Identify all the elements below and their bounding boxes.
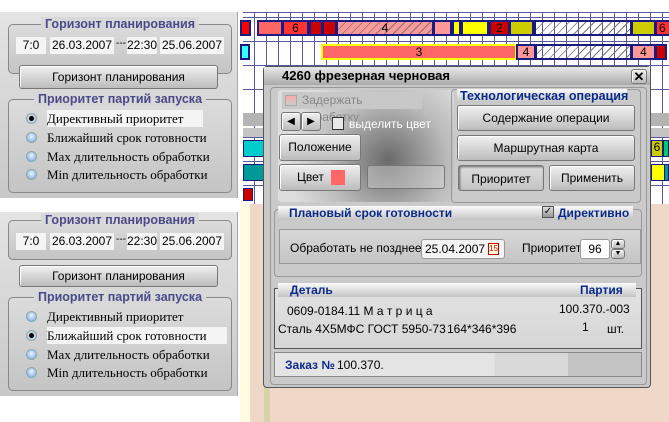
gantt-bar[interactable]: 4: [631, 44, 656, 60]
color-button[interactable]: Цвет: [279, 164, 361, 191]
end-time-field[interactable]: 22:30: [127, 37, 157, 54]
planning-panel-1: Горизонт планирования 7:0 26.03.2007 ---…: [0, 12, 238, 198]
batch-value: 100.370.-003: [559, 302, 630, 316]
gantt-bar[interactable]: 4: [516, 44, 536, 60]
highlight-color-checkbox[interactable]: [332, 117, 344, 130]
radio-dot-icon: [26, 132, 37, 143]
gantt-bar[interactable]: 6: [282, 20, 309, 36]
gantt-bar[interactable]: [631, 20, 656, 36]
radio-dot-icon: [26, 367, 37, 378]
close-icon[interactable]: ✕: [631, 69, 647, 84]
prev-arrow-button[interactable]: ◀: [281, 112, 301, 131]
range-separator: ---: [116, 234, 126, 245]
batch-header: Партия: [580, 283, 623, 297]
gantt-bar[interactable]: [655, 44, 667, 60]
gantt-bar[interactable]: [663, 140, 669, 157]
radio-dot-icon: [26, 330, 37, 341]
gantt-bar[interactable]: [243, 188, 253, 201]
highlight-color-label: выделить цвет: [349, 117, 431, 131]
priority-group: Приоритет партий запуска Директивный при…: [8, 92, 232, 193]
end-time-field[interactable]: 22:30: [127, 233, 157, 250]
position-button[interactable]: Положение: [279, 134, 361, 161]
order-value: 100.370.: [337, 358, 384, 372]
range-separator: ---: [116, 38, 126, 49]
detail-name: 0609-0184.11 М а т р и ц а: [287, 304, 433, 318]
radio-max[interactable]: Max длительность обработки: [26, 148, 210, 165]
calendar-icon[interactable]: 15: [488, 243, 499, 255]
spin-up-icon[interactable]: ▲: [611, 239, 625, 249]
end-date-field[interactable]: 25.06.2007: [160, 37, 224, 54]
gantt-bar[interactable]: [534, 20, 632, 36]
color-preview-box: [367, 165, 445, 189]
detail-header: Деталь: [290, 283, 333, 297]
gantt-bar[interactable]: [433, 20, 452, 36]
gantt-bar[interactable]: [240, 20, 251, 36]
spin-down-icon[interactable]: ▼: [611, 249, 625, 259]
gantt-bar[interactable]: 6: [655, 20, 669, 36]
gantt-bar[interactable]: 6: [651, 140, 663, 157]
order-label: Заказ №: [285, 358, 335, 372]
gantt-bar[interactable]: 3: [321, 44, 517, 60]
horizon-button[interactable]: Горизонт планирования: [19, 265, 218, 287]
dialog-title: 4260 фрезерная черновая: [264, 67, 650, 85]
horizon-title: Горизонт планирования: [40, 213, 200, 227]
gantt-bar[interactable]: 2: [489, 20, 510, 36]
start-date-field[interactable]: 26.03.2007: [50, 233, 114, 250]
radio-nearest[interactable]: Ближайший срок готовности: [26, 327, 227, 344]
end-date-field[interactable]: 25.06.2007: [160, 233, 224, 250]
checkbox-icon: [285, 95, 297, 106]
radio-directive[interactable]: Директивный приоритет: [26, 110, 204, 127]
radio-dot-icon: [26, 113, 37, 124]
radio-max[interactable]: Max длительность обработки: [26, 346, 210, 363]
radio-min[interactable]: Min длительность обработки: [26, 364, 208, 381]
directive-checkbox[interactable]: ✓: [542, 206, 554, 218]
deadline-label: Обработать не позднее: [290, 241, 422, 255]
plan-title: Плановый срок готовности: [289, 206, 453, 220]
priority-button[interactable]: Приоритет: [458, 165, 544, 191]
start-date-field[interactable]: 26.03.2007: [50, 37, 114, 54]
dimensions: 164*346*396: [447, 322, 517, 336]
start-time-field[interactable]: 7:0: [16, 37, 46, 54]
apply-button[interactable]: Применить: [549, 165, 635, 191]
radio-dot-icon: [26, 151, 37, 162]
radio-directive[interactable]: Директивный приоритет: [26, 308, 183, 325]
unit: шт.: [607, 322, 625, 336]
detail-box: [274, 288, 642, 349]
tech-title: Технологическая операция: [460, 89, 629, 103]
gantt-bar[interactable]: [452, 20, 461, 36]
gantt-bar[interactable]: [651, 164, 665, 181]
start-time-field[interactable]: 7:0: [16, 233, 46, 250]
priority-title: Приоритет партий запуска: [33, 290, 207, 304]
horizon-group: Горизонт планирования 7:0 26.03.2007 ---…: [8, 213, 232, 260]
gantt-bar[interactable]: [257, 20, 283, 36]
gantt-bar[interactable]: [461, 20, 489, 36]
gantt-bar[interactable]: [509, 20, 534, 36]
radio-min[interactable]: Min длительность обработки: [26, 166, 208, 183]
gantt-bar[interactable]: [240, 44, 250, 60]
priority-label: Приоритет: [522, 241, 582, 255]
priority-title: Приоритет партий запуска: [33, 92, 207, 106]
gantt-bar[interactable]: [535, 44, 632, 60]
horizon-title: Горизонт планирования: [40, 17, 200, 31]
planning-panel-2: Горизонт планирования 7:0 26.03.2007 ---…: [0, 212, 238, 396]
radio-dot-icon: [26, 349, 37, 360]
radio-dot-icon: [26, 311, 37, 322]
operation-dialog: 4260 фрезерная черновая ✕ Задержать обра…: [263, 66, 651, 388]
radio-nearest[interactable]: Ближайший срок готовности: [26, 129, 207, 146]
op-content-button[interactable]: Содержание операции: [457, 105, 635, 131]
route-card-button[interactable]: Маршрутная карта: [457, 135, 635, 161]
directive-label: Директивно: [558, 206, 630, 220]
gantt-bar[interactable]: 4: [336, 20, 434, 36]
material: Сталь 4Х5МФС ГОСТ 5950-73: [278, 322, 446, 336]
gantt-bar[interactable]: [309, 20, 323, 36]
delay-checkbox[interactable]: Задержать обработку: [282, 92, 422, 124]
horizon-button[interactable]: Горизонт планирования: [19, 65, 218, 89]
gantt-bar[interactable]: [322, 20, 337, 36]
radio-dot-icon: [26, 169, 37, 180]
quantity: 1: [582, 320, 589, 334]
priority-value-field[interactable]: 96: [580, 239, 610, 259]
next-arrow-button[interactable]: ▶: [301, 112, 321, 131]
color-swatch: [331, 170, 345, 185]
priority-group: Приоритет партий запуска Директивный при…: [8, 290, 232, 391]
